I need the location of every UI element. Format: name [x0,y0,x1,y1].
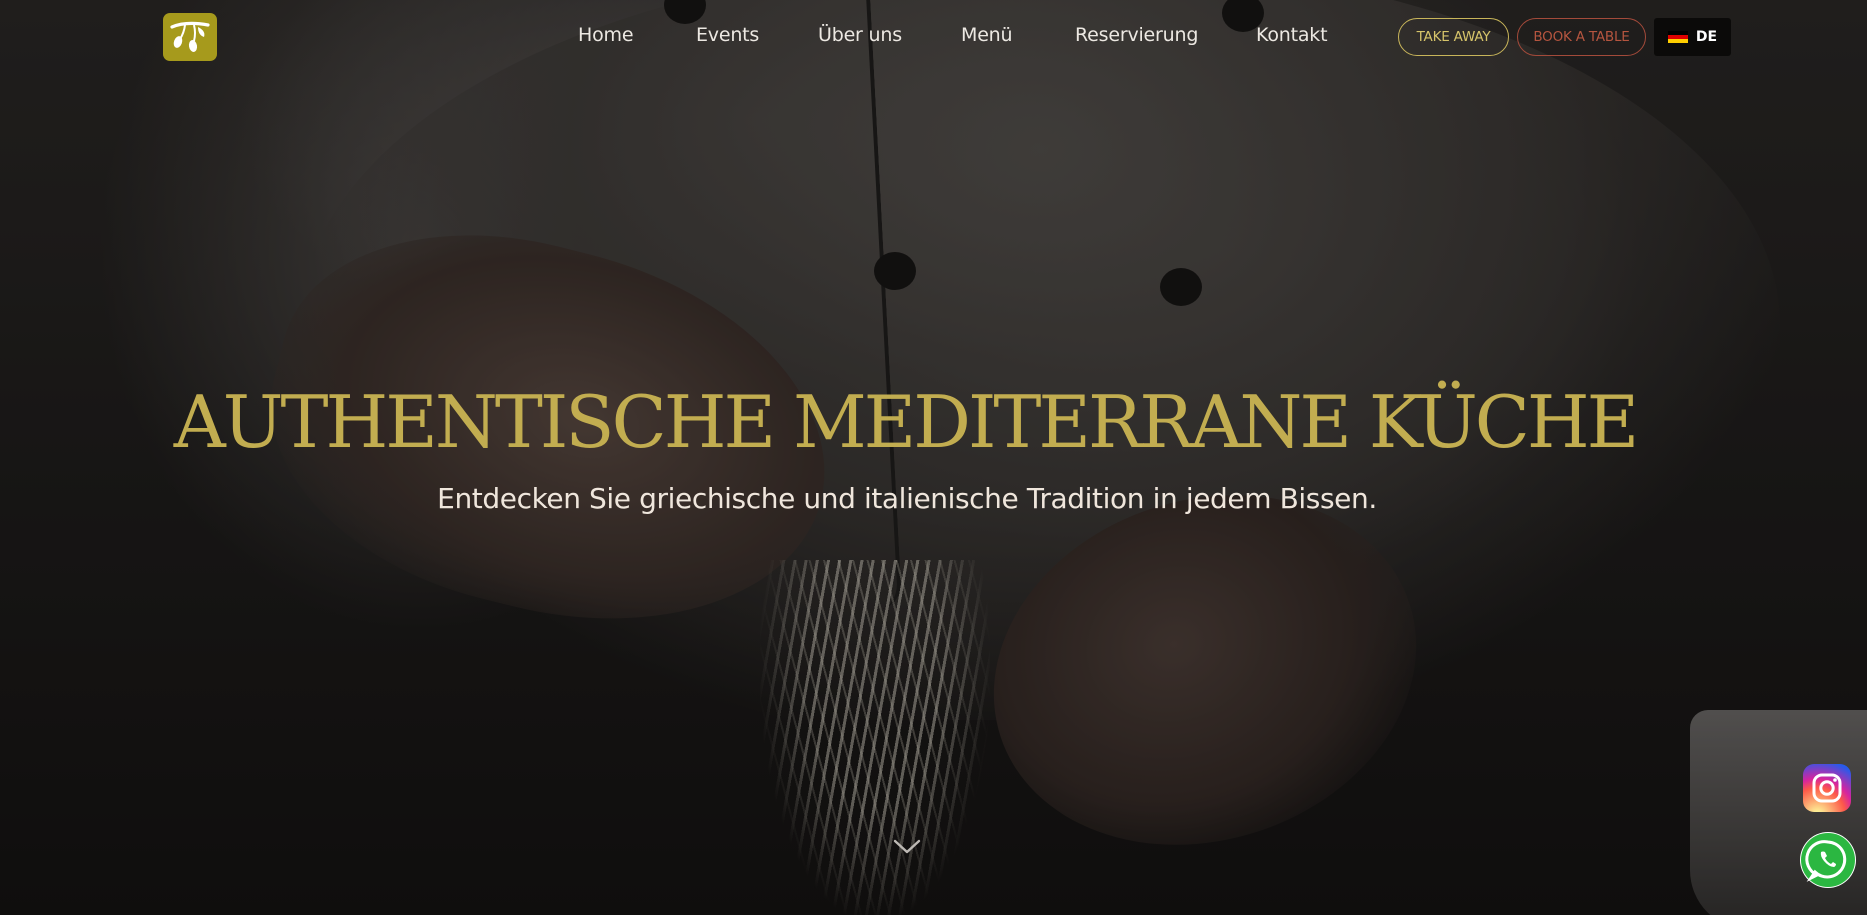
nav-item-ueber-uns[interactable]: Über uns [818,24,902,46]
language-code: DE [1695,29,1718,45]
hero-headline: AUTHENTISCHE MEDITERRANE KÜCHE [173,380,1639,464]
instagram-icon [1812,773,1842,803]
german-flag-icon [1667,31,1688,43]
nav-item-events[interactable]: Events [696,24,759,46]
nav-item-reservierung[interactable]: Reservierung [1075,24,1198,46]
olive-branch-icon [170,21,210,52]
whatsapp-button[interactable] [1800,832,1856,888]
whatsapp-icon [1801,833,1855,887]
nav-item-home[interactable]: Home [578,24,634,46]
book-a-table-button[interactable]: BOOK A TABLE [1517,18,1646,56]
hero-subline: Entdecken Sie griechische und italienisc… [437,482,1377,515]
site-logo[interactable] [163,13,217,61]
chevron-down-icon [893,839,921,854]
scroll-down-button[interactable] [890,835,924,859]
nav-item-menu[interactable]: Menü [961,24,1013,46]
language-switcher[interactable]: DE [1654,18,1731,56]
nav-item-kontakt[interactable]: Kontakt [1256,24,1328,46]
take-away-button[interactable]: TAKE AWAY [1398,18,1509,56]
instagram-button[interactable] [1803,764,1851,812]
